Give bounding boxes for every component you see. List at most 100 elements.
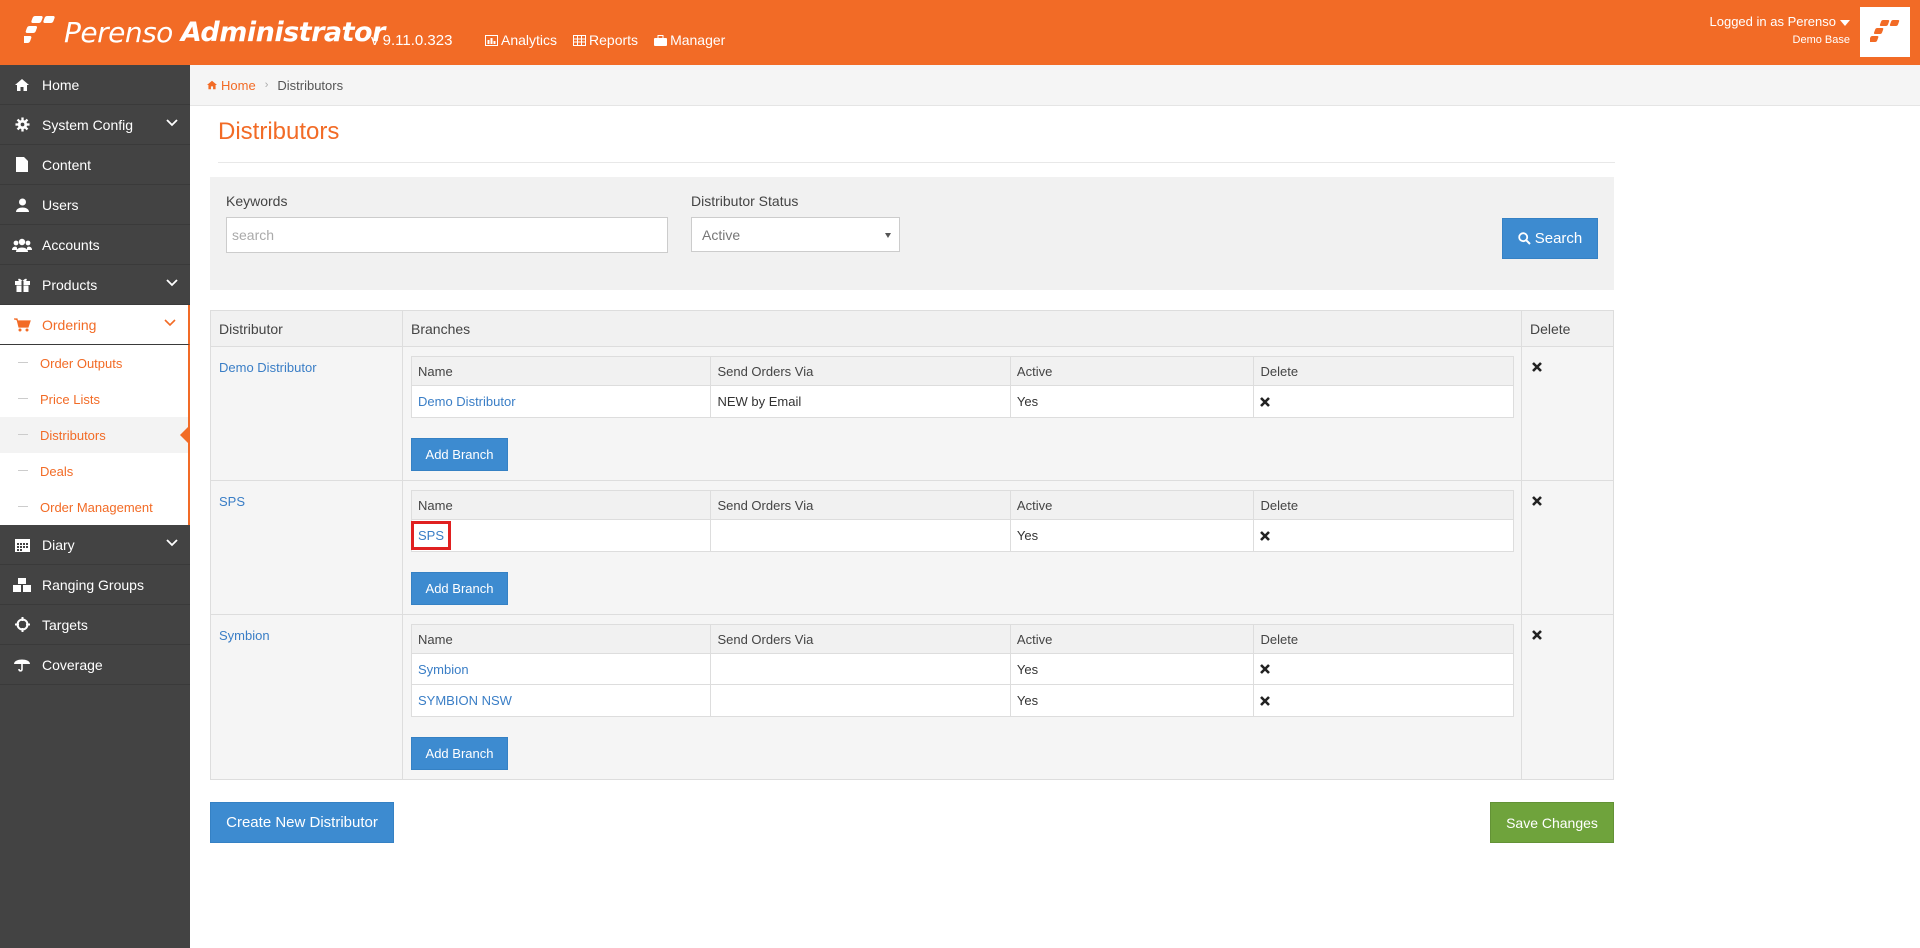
sidebar-item-targets[interactable]: Targets <box>0 605 190 645</box>
branches-header: Name Send Orders Via Active Delete <box>412 491 1513 520</box>
delete-branch-icon[interactable] <box>1260 530 1271 541</box>
branch-link[interactable]: SYMBION NSW <box>418 693 512 708</box>
distributor-link[interactable]: Symbion <box>219 628 270 643</box>
branch-row: Symbion Yes <box>412 654 1513 685</box>
search-panel: Keywords Distributor Status Active Searc… <box>210 177 1614 290</box>
search-button[interactable]: Search <box>1502 218 1598 259</box>
sidebar-item-label: Coverage <box>42 656 103 673</box>
delete-branch-icon[interactable] <box>1260 695 1271 706</box>
branch-link[interactable]: SPS <box>410 521 452 550</box>
avatar[interactable] <box>1860 7 1910 57</box>
sidebar-item-label: Ranging Groups <box>42 576 144 593</box>
branches-table: Name Send Orders Via Active Delete Demo … <box>411 356 1514 418</box>
add-branch-button[interactable]: Add Branch <box>411 737 508 770</box>
user-icon <box>12 198 32 212</box>
chevron-down-icon <box>166 279 178 287</box>
subnav-order-management[interactable]: Order Management <box>0 489 188 525</box>
breadcrumb-home-label: Home <box>221 77 256 93</box>
nav-reports[interactable]: Reports <box>573 32 638 48</box>
save-changes-button[interactable]: Save Changes <box>1490 802 1614 843</box>
distributor-status-value: Active <box>702 226 741 243</box>
branch-active: Yes <box>1011 654 1255 684</box>
sidebar-item-home[interactable]: Home <box>0 65 190 105</box>
sidebar-item-ranging-groups[interactable]: Ranging Groups <box>0 565 190 605</box>
sidebar-item-label: Targets <box>42 616 88 633</box>
add-branch-button[interactable]: Add Branch <box>411 572 508 605</box>
delete-distributor-icon[interactable] <box>1532 630 1542 640</box>
brand-name: Perenso <box>64 15 173 49</box>
branches-table: Name Send Orders Via Active Delete Symbi… <box>411 624 1514 717</box>
branch-header-active: Active <box>1011 625 1255 653</box>
file-icon <box>12 157 32 172</box>
branch-header-active: Active <box>1011 491 1255 519</box>
delete-branch-icon[interactable] <box>1260 664 1271 674</box>
perenso-avatar-icon <box>1870 20 1900 42</box>
distributor-status-select[interactable]: Active <box>691 217 900 252</box>
breadcrumb-home[interactable]: Home <box>206 78 256 93</box>
delete-distributor-icon[interactable] <box>1532 362 1542 372</box>
branch-active: Yes <box>1011 520 1255 551</box>
breadcrumb-current: Distributors <box>277 77 344 93</box>
subnav-price-lists[interactable]: Price Lists <box>0 381 188 417</box>
page-title: Distributors <box>218 118 340 145</box>
delete-distributor-icon[interactable] <box>1532 496 1542 506</box>
logged-in-label: Logged in as Perenso <box>1709 14 1836 29</box>
users-icon <box>12 238 32 252</box>
branch-header-active: Active <box>1011 357 1255 385</box>
table-header: Distributor Branches Delete <box>211 311 1613 347</box>
sidebar-item-label: Home <box>42 76 80 93</box>
search-icon <box>1518 232 1531 245</box>
sidebar-item-coverage[interactable]: Coverage <box>0 645 190 685</box>
column-header-delete: Delete <box>1530 320 1571 337</box>
breadcrumb: Home › Distributors <box>190 65 1920 106</box>
table-row: Demo Distributor Name Send Orders Via Ac… <box>211 347 1613 481</box>
chart-icon <box>485 34 498 46</box>
branch-header-delete: Delete <box>1260 363 1299 379</box>
distributors-table: Distributor Branches Delete Demo Distrib… <box>210 310 1614 780</box>
sidebar-item-label: Diary <box>42 536 75 553</box>
branch-link[interactable]: Symbion <box>418 662 469 677</box>
chevron-down-icon <box>166 539 178 547</box>
branch-header-name: Name <box>412 491 712 519</box>
branch-header-send-via: Send Orders Via <box>711 491 1011 519</box>
sidebar-item-label: Ordering <box>42 316 97 333</box>
chevron-down-icon <box>166 119 178 127</box>
table-row: Symbion Name Send Orders Via Active Dele… <box>211 615 1613 779</box>
table-icon <box>573 34 587 46</box>
subnav-distributors[interactable]: Distributors <box>0 417 190 453</box>
distributor-link[interactable]: SPS <box>219 494 245 509</box>
subnav-deals[interactable]: Deals <box>0 453 188 489</box>
sidebar: Home System Config Content Users Account… <box>0 65 190 948</box>
gift-icon <box>12 277 32 292</box>
distributor-link[interactable]: Demo Distributor <box>219 360 317 375</box>
sidebar-item-ordering[interactable]: Ordering <box>0 305 190 345</box>
tenant-name: Demo Base <box>1792 34 1850 46</box>
top-bar: Perenso Administrator v 9.11.0.323 Analy… <box>0 0 1920 65</box>
table-row: SPS Name Send Orders Via Active Delete S… <box>211 481 1613 615</box>
sidebar-item-diary[interactable]: Diary <box>0 525 190 565</box>
cart-icon <box>12 317 32 332</box>
branch-active: Yes <box>1011 386 1255 417</box>
caret-down-icon <box>1840 19 1850 26</box>
user-menu[interactable]: Logged in as Perenso Demo Base <box>1710 14 1850 46</box>
distributor-status-label: Distributor Status <box>691 193 799 209</box>
add-branch-button[interactable]: Add Branch <box>411 438 508 471</box>
sidebar-item-label: Products <box>42 276 98 293</box>
sidebar-item-content[interactable]: Content <box>0 145 190 185</box>
delete-branch-icon[interactable] <box>1260 396 1271 407</box>
brand-logo[interactable]: Perenso Administrator <box>24 10 385 54</box>
keywords-input[interactable] <box>226 217 668 253</box>
sidebar-item-users[interactable]: Users <box>0 185 190 225</box>
nav-manager[interactable]: Manager <box>654 32 725 48</box>
sidebar-item-products[interactable]: Products <box>0 265 190 305</box>
branch-send-via: NEW by Email <box>711 386 1011 417</box>
nav-analytics[interactable]: Analytics <box>485 32 557 48</box>
branch-header-delete: Delete <box>1260 497 1299 513</box>
create-distributor-button[interactable]: Create New Distributor <box>210 802 394 843</box>
sidebar-item-system-config[interactable]: System Config <box>0 105 190 145</box>
sidebar-item-accounts[interactable]: Accounts <box>0 225 190 265</box>
branch-header-name: Name <box>412 357 712 385</box>
subnav-order-outputs[interactable]: Order Outputs <box>0 345 188 381</box>
branch-link[interactable]: Demo Distributor <box>418 394 516 409</box>
crosshairs-icon <box>12 617 32 632</box>
